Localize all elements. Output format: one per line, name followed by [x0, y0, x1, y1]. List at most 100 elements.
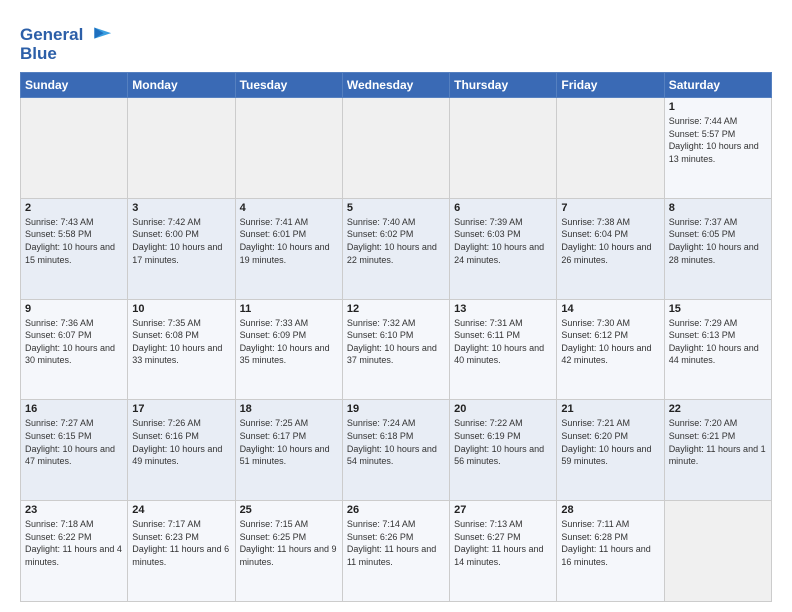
- calendar-cell: 9 Sunrise: 7:36 AM Sunset: 6:07 PM Daylig…: [21, 299, 128, 400]
- calendar-cell: 21 Sunrise: 7:21 AM Sunset: 6:20 PM Dayli…: [557, 400, 664, 501]
- calendar-cell: 3 Sunrise: 7:42 AM Sunset: 6:00 PM Daylig…: [128, 198, 235, 299]
- calendar-cell: 14 Sunrise: 7:30 AM Sunset: 6:12 PM Dayli…: [557, 299, 664, 400]
- day-info: Sunrise: 7:44 AM Sunset: 5:57 PM Dayligh…: [669, 115, 767, 165]
- day-info: Sunrise: 7:29 AM Sunset: 6:13 PM Dayligh…: [669, 317, 767, 367]
- calendar-week-row: 2 Sunrise: 7:43 AM Sunset: 5:58 PM Daylig…: [21, 198, 772, 299]
- day-number: 8: [669, 202, 767, 214]
- day-of-week-header: Thursday: [450, 73, 557, 98]
- day-info: Sunrise: 7:41 AM Sunset: 6:01 PM Dayligh…: [240, 216, 338, 266]
- calendar-cell: 13 Sunrise: 7:31 AM Sunset: 6:11 PM Dayli…: [450, 299, 557, 400]
- calendar-week-row: 16 Sunrise: 7:27 AM Sunset: 6:15 PM Dayli…: [21, 400, 772, 501]
- day-info: Sunrise: 7:32 AM Sunset: 6:10 PM Dayligh…: [347, 317, 445, 367]
- day-number: 15: [669, 303, 767, 315]
- day-number: 16: [25, 403, 123, 415]
- day-info: Sunrise: 7:20 AM Sunset: 6:21 PM Dayligh…: [669, 417, 767, 467]
- day-number: 17: [132, 403, 230, 415]
- calendar-cell: 5 Sunrise: 7:40 AM Sunset: 6:02 PM Daylig…: [342, 198, 449, 299]
- day-info: Sunrise: 7:30 AM Sunset: 6:12 PM Dayligh…: [561, 317, 659, 367]
- day-info: Sunrise: 7:43 AM Sunset: 5:58 PM Dayligh…: [25, 216, 123, 266]
- logo: General Blue: [20, 20, 113, 64]
- calendar-cell: 2 Sunrise: 7:43 AM Sunset: 5:58 PM Daylig…: [21, 198, 128, 299]
- day-info: Sunrise: 7:42 AM Sunset: 6:00 PM Dayligh…: [132, 216, 230, 266]
- day-info: Sunrise: 7:38 AM Sunset: 6:04 PM Dayligh…: [561, 216, 659, 266]
- calendar-cell: 27Sunrise: 7:13 AM Sunset: 6:27 PM Dayli…: [450, 501, 557, 602]
- page: General Blue SundayMondayTuesdayWednesda…: [0, 0, 792, 612]
- calendar-cell: 18Sunrise: 7:25 AM Sunset: 6:17 PM Dayli…: [235, 400, 342, 501]
- day-number: 5: [347, 202, 445, 214]
- calendar-cell: [128, 98, 235, 199]
- calendar-cell: 17 Sunrise: 7:26 AM Sunset: 6:16 PM Dayli…: [128, 400, 235, 501]
- day-info: Sunrise: 7:22 AM Sunset: 6:19 PM Dayligh…: [454, 417, 552, 467]
- day-info: Sunrise: 7:26 AM Sunset: 6:16 PM Dayligh…: [132, 417, 230, 467]
- day-number: 25: [240, 504, 338, 516]
- calendar-cell: 7 Sunrise: 7:38 AM Sunset: 6:04 PM Daylig…: [557, 198, 664, 299]
- day-info: Sunrise: 7:37 AM Sunset: 6:05 PM Dayligh…: [669, 216, 767, 266]
- day-number: 9: [25, 303, 123, 315]
- calendar-cell: 25Sunrise: 7:15 AM Sunset: 6:25 PM Dayli…: [235, 501, 342, 602]
- day-info: Sunrise: 7:11 AM Sunset: 6:28 PM Dayligh…: [561, 518, 659, 568]
- day-info: Sunrise: 7:14 AM Sunset: 6:26 PM Dayligh…: [347, 518, 445, 568]
- day-number: 6: [454, 202, 552, 214]
- calendar-cell: 10 Sunrise: 7:35 AM Sunset: 6:08 PM Dayli…: [128, 299, 235, 400]
- calendar-cell: [450, 98, 557, 199]
- calendar-cell: 23 Sunrise: 7:18 AM Sunset: 6:22 PM Dayli…: [21, 501, 128, 602]
- day-info: Sunrise: 7:39 AM Sunset: 6:03 PM Dayligh…: [454, 216, 552, 266]
- calendar-cell: [21, 98, 128, 199]
- calendar-cell: 4Sunrise: 7:41 AM Sunset: 6:01 PM Daylig…: [235, 198, 342, 299]
- day-number: 7: [561, 202, 659, 214]
- calendar-cell: 15 Sunrise: 7:29 AM Sunset: 6:13 PM Dayli…: [664, 299, 771, 400]
- day-number: 3: [132, 202, 230, 214]
- day-number: 24: [132, 504, 230, 516]
- calendar-week-row: 1 Sunrise: 7:44 AM Sunset: 5:57 PM Daylig…: [21, 98, 772, 199]
- calendar-cell: [342, 98, 449, 199]
- day-info: Sunrise: 7:36 AM Sunset: 6:07 PM Dayligh…: [25, 317, 123, 367]
- logo-icon: [85, 20, 113, 48]
- day-of-week-header: Monday: [128, 73, 235, 98]
- day-of-week-header: Tuesday: [235, 73, 342, 98]
- day-info: Sunrise: 7:35 AM Sunset: 6:08 PM Dayligh…: [132, 317, 230, 367]
- calendar-cell: 12 Sunrise: 7:32 AM Sunset: 6:10 PM Dayli…: [342, 299, 449, 400]
- calendar-cell: 20 Sunrise: 7:22 AM Sunset: 6:19 PM Dayli…: [450, 400, 557, 501]
- day-info: Sunrise: 7:31 AM Sunset: 6:11 PM Dayligh…: [454, 317, 552, 367]
- day-number: 14: [561, 303, 659, 315]
- day-info: Sunrise: 7:18 AM Sunset: 6:22 PM Dayligh…: [25, 518, 123, 568]
- day-number: 28: [561, 504, 659, 516]
- day-info: Sunrise: 7:27 AM Sunset: 6:15 PM Dayligh…: [25, 417, 123, 467]
- calendar-cell: [235, 98, 342, 199]
- calendar-week-row: 23 Sunrise: 7:18 AM Sunset: 6:22 PM Dayli…: [21, 501, 772, 602]
- day-number: 26: [347, 504, 445, 516]
- calendar-cell: 26 Sunrise: 7:14 AM Sunset: 6:26 PM Dayli…: [342, 501, 449, 602]
- day-info: Sunrise: 7:17 AM Sunset: 6:23 PM Dayligh…: [132, 518, 230, 568]
- day-number: 13: [454, 303, 552, 315]
- day-of-week-header: Saturday: [664, 73, 771, 98]
- day-info: Sunrise: 7:33 AM Sunset: 6:09 PM Dayligh…: [240, 317, 338, 367]
- day-number: 23: [25, 504, 123, 516]
- day-number: 27: [454, 504, 552, 516]
- calendar-cell: 22 Sunrise: 7:20 AM Sunset: 6:21 PM Dayli…: [664, 400, 771, 501]
- day-of-week-header: Wednesday: [342, 73, 449, 98]
- day-of-week-header: Friday: [557, 73, 664, 98]
- day-info: Sunrise: 7:24 AM Sunset: 6:18 PM Dayligh…: [347, 417, 445, 467]
- calendar-cell: 19 Sunrise: 7:24 AM Sunset: 6:18 PM Dayli…: [342, 400, 449, 501]
- day-number: 21: [561, 403, 659, 415]
- day-number: 20: [454, 403, 552, 415]
- day-number: 22: [669, 403, 767, 415]
- day-info: Sunrise: 7:21 AM Sunset: 6:20 PM Dayligh…: [561, 417, 659, 467]
- calendar-cell: 11 Sunrise: 7:33 AM Sunset: 6:09 PM Dayli…: [235, 299, 342, 400]
- day-info: Sunrise: 7:40 AM Sunset: 6:02 PM Dayligh…: [347, 216, 445, 266]
- day-number: 1: [669, 101, 767, 113]
- day-number: 11: [240, 303, 338, 315]
- day-number: 2: [25, 202, 123, 214]
- calendar-cell: 8 Sunrise: 7:37 AM Sunset: 6:05 PM Daylig…: [664, 198, 771, 299]
- calendar-cell: 1 Sunrise: 7:44 AM Sunset: 5:57 PM Daylig…: [664, 98, 771, 199]
- calendar-header-row: SundayMondayTuesdayWednesdayThursdayFrid…: [21, 73, 772, 98]
- calendar-cell: [557, 98, 664, 199]
- day-number: 12: [347, 303, 445, 315]
- calendar-cell: 6 Sunrise: 7:39 AM Sunset: 6:03 PM Daylig…: [450, 198, 557, 299]
- header: General Blue: [20, 16, 772, 64]
- calendar-week-row: 9 Sunrise: 7:36 AM Sunset: 6:07 PM Daylig…: [21, 299, 772, 400]
- calendar-cell: 24 Sunrise: 7:17 AM Sunset: 6:23 PM Dayli…: [128, 501, 235, 602]
- day-number: 10: [132, 303, 230, 315]
- calendar-cell: 16 Sunrise: 7:27 AM Sunset: 6:15 PM Dayli…: [21, 400, 128, 501]
- day-number: 19: [347, 403, 445, 415]
